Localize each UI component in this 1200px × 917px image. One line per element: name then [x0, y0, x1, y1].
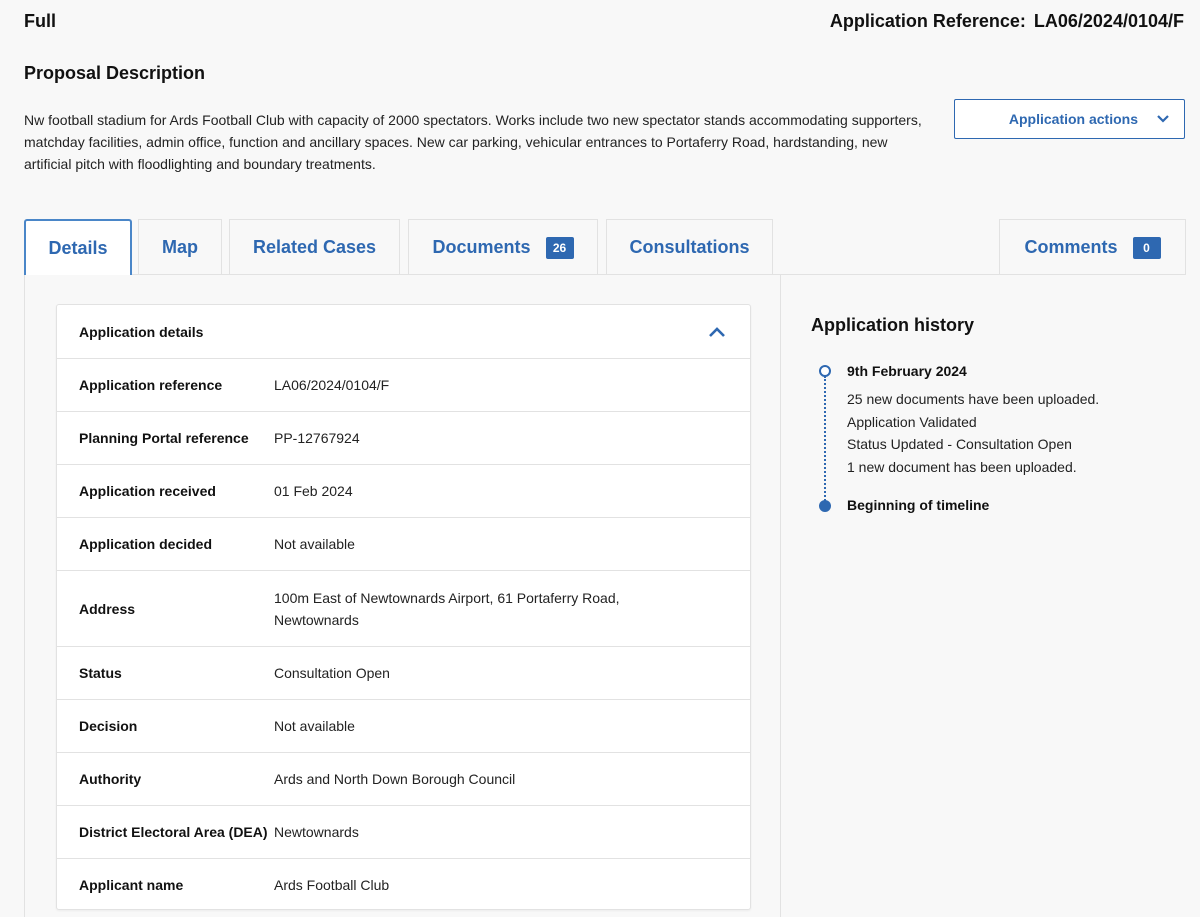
- detail-label: Application decided: [79, 536, 213, 552]
- detail-row-decision: Decision Not available: [57, 700, 750, 753]
- reference-label: Application Reference:: [829, 11, 1026, 31]
- detail-value: LA06/2024/0104/F: [274, 377, 390, 393]
- timeline-event: 1 new document has been uploaded.: [847, 458, 1077, 475]
- tab-label: Details: [48, 237, 108, 258]
- detail-value: Ards and North Down Borough Council: [274, 771, 516, 787]
- tab-label: Map: [162, 237, 198, 257]
- timeline-line: [824, 376, 826, 504]
- detail-value: 01 Feb 2024: [274, 483, 353, 499]
- proposal-description: Nw football stadium for Ards Football Cl…: [24, 112, 922, 172]
- timeline-open-dot-icon: [819, 365, 831, 377]
- detail-row-application-received: Application received 01 Feb 2024: [57, 465, 750, 518]
- detail-label: Application reference: [79, 377, 223, 393]
- detail-value: Newtownards: [274, 824, 359, 840]
- detail-value: PP-12767924: [274, 430, 360, 446]
- chevron-down-icon: [1156, 114, 1170, 124]
- detail-label: Status: [79, 665, 122, 681]
- application-actions-label: Application actions: [1008, 111, 1138, 127]
- tab-bar: Details Map Related Cases Documents 26 C…: [24, 219, 1186, 275]
- tab-label: Documents: [432, 237, 531, 257]
- application-actions-button[interactable]: Application actions: [954, 99, 1185, 139]
- proposal-heading: Proposal Description: [24, 63, 206, 83]
- timeline-event: 25 new documents have been uploaded.: [847, 391, 1100, 407]
- application-details-card: Application details Application referenc…: [56, 304, 751, 910]
- tab-details[interactable]: Details: [24, 219, 132, 275]
- tab-label: Related Cases: [252, 237, 377, 257]
- application-history-title: Application history: [811, 315, 975, 335]
- reference-value: LA06/2024/0104/F: [1033, 11, 1184, 31]
- detail-value: Not available: [274, 536, 355, 552]
- detail-value: Ards Football Club: [274, 877, 390, 893]
- detail-label: Applicant name: [79, 877, 184, 893]
- timeline-event: Status Updated - Consultation Open: [847, 436, 1072, 452]
- timeline-date: 9th February 2024: [847, 363, 967, 379]
- detail-label: District Electoral Area (DEA): [79, 824, 268, 840]
- detail-row-status: Status Consultation Open: [57, 647, 750, 700]
- detail-value: Not available: [274, 718, 355, 734]
- card-title: Application details: [79, 323, 204, 340]
- chevron-up-icon[interactable]: [708, 326, 726, 338]
- tab-related-cases[interactable]: Related Cases: [229, 219, 400, 275]
- card-header: Application details: [57, 305, 750, 359]
- detail-value: 100m East of Newtownards Airport, 61 Por…: [274, 589, 620, 628]
- timeline-beginning: Beginning of timeline: [847, 497, 990, 513]
- application-reference-header: Application Reference: LA06/2024/0104/F: [830, 11, 1184, 32]
- detail-label: Planning Portal reference: [79, 430, 249, 446]
- comments-count-badge: 0: [1132, 236, 1161, 259]
- detail-row-application-reference: Application reference LA06/2024/0104/F: [57, 359, 750, 412]
- tab-consultations[interactable]: Consultations: [606, 219, 773, 275]
- detail-row-address: Address 100m East of Newtownards Airport…: [57, 571, 750, 647]
- detail-row-authority: Authority Ards and North Down Borough Co…: [57, 753, 750, 806]
- detail-value: Consultation Open: [274, 665, 390, 681]
- tab-map[interactable]: Map: [138, 219, 222, 275]
- tab-documents[interactable]: Documents 26: [408, 219, 598, 275]
- timeline-event: Application Validated: [847, 413, 977, 430]
- timeline-filled-dot-icon: [819, 500, 831, 512]
- tab-label: Consultations: [629, 237, 750, 257]
- detail-row-applicant-name: Applicant name Ards Football Club: [57, 859, 750, 911]
- documents-count-badge: 26: [545, 236, 574, 259]
- detail-label: Application received: [79, 483, 216, 499]
- detail-row-dea: District Electoral Area (DEA) Newtownard…: [57, 806, 750, 859]
- detail-label: Address: [79, 600, 136, 617]
- detail-row-planning-portal-reference: Planning Portal reference PP-12767924: [57, 412, 750, 465]
- application-type: Full: [24, 11, 56, 31]
- detail-label: Authority: [79, 771, 142, 787]
- detail-label: Decision: [79, 718, 138, 734]
- tab-label: Comments: [1024, 237, 1118, 257]
- tab-comments[interactable]: Comments 0: [999, 219, 1186, 275]
- timeline-events: 25 new documents have been uploaded. App…: [847, 388, 1099, 478]
- detail-row-application-decided: Application decided Not available: [57, 518, 750, 571]
